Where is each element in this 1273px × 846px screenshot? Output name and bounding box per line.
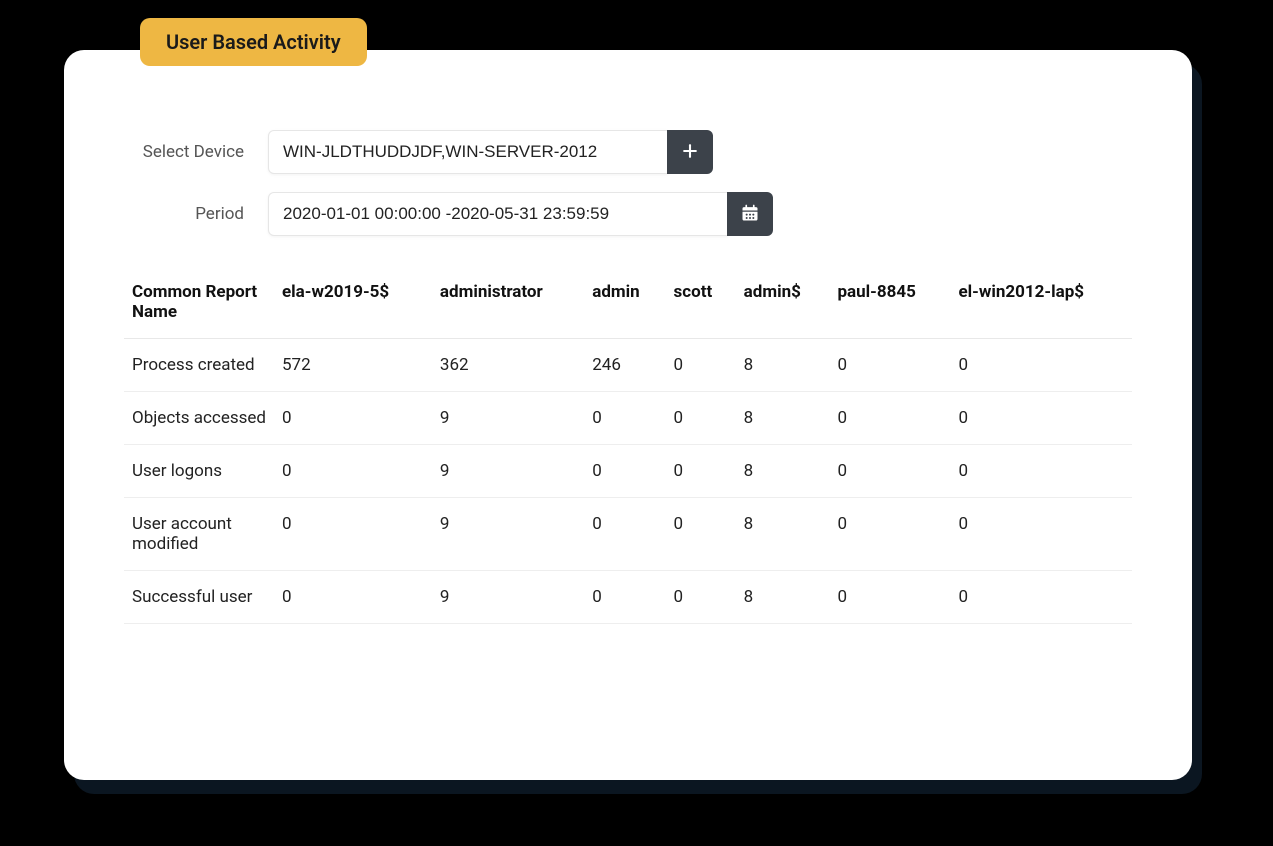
report-card: Select Device Period — [64, 50, 1192, 780]
col-header-user: paul-8845 — [829, 266, 950, 339]
report-name-cell: User logons — [124, 445, 274, 498]
value-cell: 0 — [666, 339, 736, 392]
value-cell: 0 — [951, 498, 1133, 571]
plus-icon — [680, 141, 700, 164]
tab-user-based-activity[interactable]: User Based Activity — [140, 18, 367, 66]
value-cell: 9 — [432, 445, 584, 498]
value-cell: 0 — [951, 392, 1133, 445]
value-cell: 362 — [432, 339, 584, 392]
value-cell: 0 — [666, 571, 736, 624]
value-cell: 0 — [829, 571, 950, 624]
value-cell: 0 — [274, 571, 432, 624]
period-input-group — [268, 192, 773, 236]
col-header-user: scott — [666, 266, 736, 339]
period-filter-label: Period — [124, 204, 244, 224]
value-cell: 572 — [274, 339, 432, 392]
value-cell: 0 — [274, 392, 432, 445]
table-row: Process created5723622460800 — [124, 339, 1132, 392]
value-cell: 8 — [736, 571, 830, 624]
calendar-icon — [740, 203, 760, 226]
report-name-cell: User account modified — [124, 498, 274, 571]
activity-table: Common Report Name ela-w2019-5$ administ… — [124, 266, 1132, 624]
table-header-row: Common Report Name ela-w2019-5$ administ… — [124, 266, 1132, 339]
table-row: User logons0900800 — [124, 445, 1132, 498]
value-cell: 0 — [584, 445, 665, 498]
value-cell: 0 — [584, 571, 665, 624]
report-name-cell: Successful user — [124, 571, 274, 624]
value-cell: 0 — [829, 445, 950, 498]
device-input-group — [268, 130, 713, 174]
value-cell: 8 — [736, 498, 830, 571]
value-cell: 9 — [432, 392, 584, 445]
col-header-user: ela-w2019-5$ — [274, 266, 432, 339]
value-cell: 9 — [432, 498, 584, 571]
value-cell: 0 — [951, 571, 1133, 624]
table-row: User account modified0900800 — [124, 498, 1132, 571]
filters-panel: Select Device Period — [124, 130, 1132, 236]
value-cell: 0 — [584, 498, 665, 571]
value-cell: 8 — [736, 339, 830, 392]
report-name-cell: Objects accessed — [124, 392, 274, 445]
value-cell: 0 — [829, 392, 950, 445]
filter-row-period: Period — [124, 192, 1132, 236]
value-cell: 0 — [951, 445, 1133, 498]
value-cell: 9 — [432, 571, 584, 624]
add-device-button[interactable] — [667, 130, 713, 174]
value-cell: 0 — [274, 498, 432, 571]
value-cell: 0 — [274, 445, 432, 498]
col-header-user: admin$ — [736, 266, 830, 339]
table-row: Successful user0900800 — [124, 571, 1132, 624]
value-cell: 8 — [736, 392, 830, 445]
calendar-button[interactable] — [727, 192, 773, 236]
value-cell: 0 — [666, 392, 736, 445]
value-cell: 0 — [666, 445, 736, 498]
table-row: Objects accessed0900800 — [124, 392, 1132, 445]
value-cell: 8 — [736, 445, 830, 498]
filter-row-device: Select Device — [124, 130, 1132, 174]
value-cell: 246 — [584, 339, 665, 392]
value-cell: 0 — [951, 339, 1133, 392]
device-filter-label: Select Device — [124, 142, 244, 162]
report-name-cell: Process created — [124, 339, 274, 392]
col-header-user: el-win2012-lap$ — [951, 266, 1133, 339]
value-cell: 0 — [829, 498, 950, 571]
col-header-report-name: Common Report Name — [124, 266, 274, 339]
device-input[interactable] — [268, 130, 668, 174]
value-cell: 0 — [584, 392, 665, 445]
value-cell: 0 — [829, 339, 950, 392]
col-header-user: admin — [584, 266, 665, 339]
value-cell: 0 — [666, 498, 736, 571]
col-header-user: administrator — [432, 266, 584, 339]
period-input[interactable] — [268, 192, 728, 236]
